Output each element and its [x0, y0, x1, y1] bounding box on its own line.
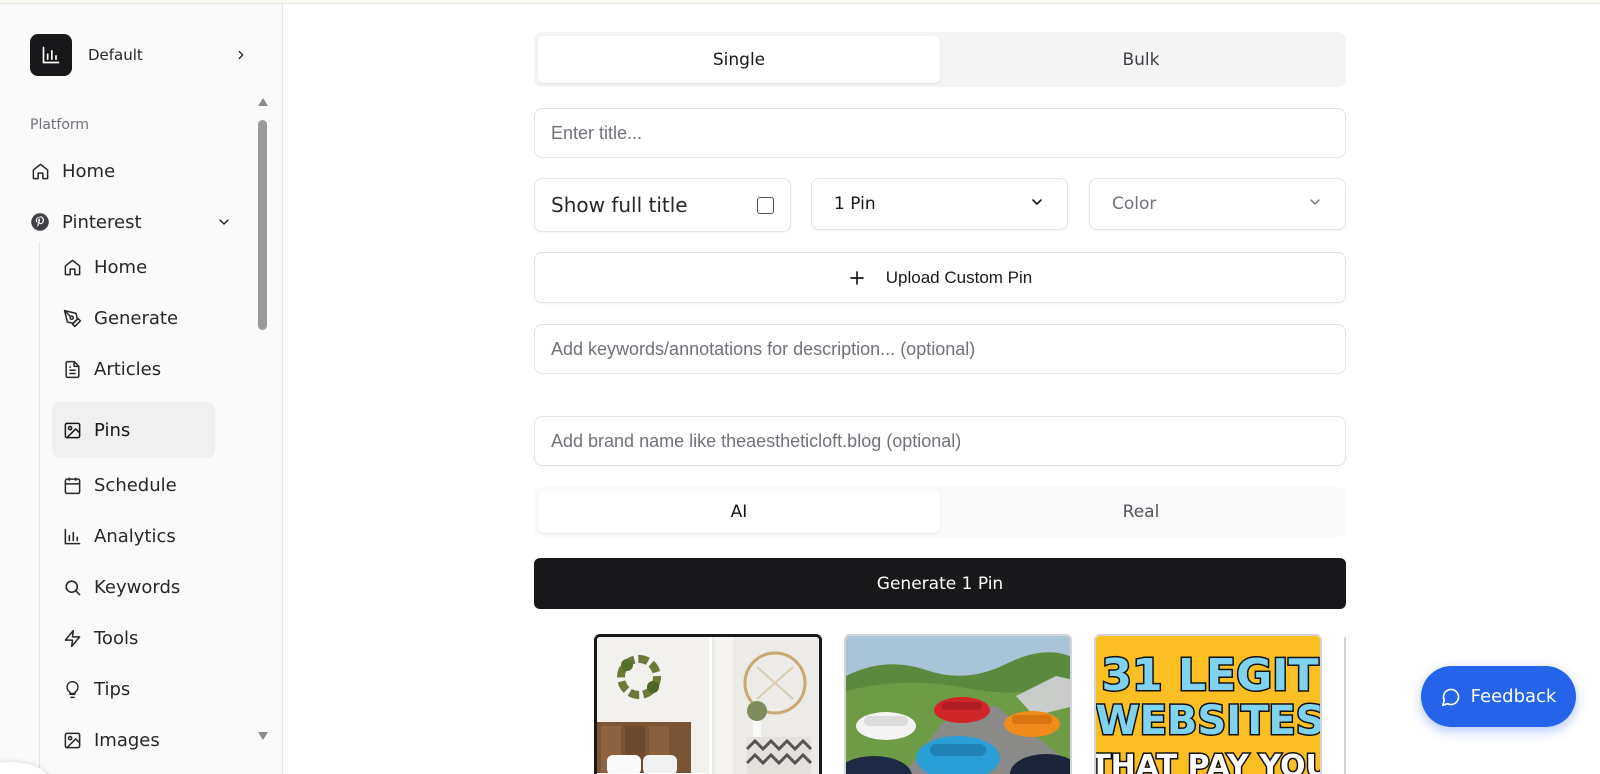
sidebar-item-pinterest-home[interactable]: Home — [52, 245, 215, 289]
sidebar-item-label: Generate — [94, 307, 179, 329]
keywords-input[interactable] — [534, 324, 1346, 374]
pin-count-value: 1 Pin — [834, 194, 876, 214]
sidebar-item-label: Keywords — [94, 576, 181, 598]
show-full-title-checkbox[interactable] — [757, 196, 774, 214]
sidebar-item-tools[interactable]: Tools — [52, 616, 215, 660]
submenu-guide-line — [39, 242, 40, 774]
color-select[interactable]: Color — [1089, 178, 1346, 230]
feedback-button[interactable]: Feedback — [1421, 666, 1576, 727]
workspace-name: Default — [88, 46, 143, 64]
image-icon — [62, 730, 82, 750]
pen-tool-icon — [62, 308, 82, 328]
sidebar-item-label: Tips — [94, 678, 131, 700]
show-full-title-toggle[interactable]: Show full title — [534, 178, 791, 232]
section-label-platform: Platform — [30, 117, 90, 133]
tab-ai[interactable]: AI — [538, 491, 940, 533]
sidebar-item-pins[interactable]: Pins — [52, 402, 215, 458]
upload-custom-pin-label: Upload Custom Pin — [885, 267, 1033, 287]
mode-tabs: Single Bulk — [534, 32, 1346, 87]
image-type-tabs: AI Real — [534, 487, 1346, 537]
sidebar-item-label: Schedule — [94, 474, 177, 496]
bar-chart-icon — [62, 526, 82, 546]
template-thumbnail-partial[interactable] — [1344, 634, 1346, 774]
bar-chart-icon — [42, 46, 60, 64]
sidebar-item-label: Tools — [94, 627, 139, 649]
show-full-title-label: Show full title — [551, 193, 688, 217]
scroll-down-arrow-icon[interactable] — [258, 732, 268, 740]
bedroom-photo — [597, 637, 819, 774]
sidebar-item-label: Home — [62, 160, 116, 182]
chevron-down-icon[interactable] — [214, 212, 234, 232]
sidebar-item-home[interactable]: Home — [30, 149, 230, 193]
feedback-label: Feedback — [1470, 686, 1557, 707]
home-icon — [62, 257, 82, 277]
workspace-logo — [30, 34, 72, 76]
sidebar-item-label: Pinterest — [62, 211, 142, 233]
pin-count-select[interactable]: 1 Pin — [811, 178, 1068, 230]
chevron-down-icon — [1307, 194, 1323, 215]
sidebar-item-label: Home — [94, 256, 148, 278]
sidebar-item-generate[interactable]: Generate — [52, 296, 215, 340]
upload-custom-pin-button[interactable]: Upload Custom Pin — [534, 252, 1346, 303]
sidebar-item-articles[interactable]: Articles — [52, 347, 215, 391]
scroll-up-arrow-icon[interactable] — [258, 98, 268, 106]
tab-bulk[interactable]: Bulk — [940, 36, 1342, 83]
calendar-icon — [62, 475, 82, 495]
plus-icon — [848, 269, 866, 287]
sidebar-item-label: Pins — [94, 419, 131, 441]
generate-pin-button[interactable]: Generate 1 Pin — [534, 558, 1346, 609]
template-headline-line-3: THAT PAY YOU — [1096, 749, 1322, 774]
workspace-switcher[interactable]: Default — [30, 34, 255, 76]
sidebar-item-analytics[interactable]: Analytics — [52, 514, 215, 558]
sidebar-item-keywords[interactable]: Keywords — [52, 565, 215, 609]
chevron-down-icon — [1029, 194, 1045, 215]
sidebar-item-label: Images — [94, 729, 160, 751]
sports-cars-photo — [846, 636, 1070, 774]
chevron-right-icon — [233, 47, 249, 63]
color-select-placeholder: Color — [1112, 194, 1157, 214]
sidebar-item-tips[interactable]: Tips — [52, 667, 215, 711]
pinterest-icon — [30, 212, 50, 232]
zap-icon — [62, 628, 82, 648]
brand-name-input[interactable] — [534, 416, 1346, 466]
sidebar-item-label: Articles — [94, 358, 162, 380]
scrollbar-thumb[interactable] — [258, 120, 267, 330]
search-icon — [62, 577, 82, 597]
sidebar-item-label: Analytics — [94, 525, 176, 547]
home-icon — [30, 161, 50, 181]
sidebar: Default Platform Home Pinterest Home Gen… — [0, 4, 283, 774]
template-carousel: 31 LEGIT WEBSITES THAT PAY YOU — [594, 634, 1346, 774]
template-thumbnail-websites[interactable]: 31 LEGIT WEBSITES THAT PAY YOU — [1094, 634, 1322, 774]
image-icon — [62, 420, 82, 440]
sidebar-scrollbar[interactable] — [256, 98, 270, 748]
template-thumbnail-cars[interactable] — [844, 634, 1072, 774]
template-headline-line-1: 31 LEGIT — [1101, 650, 1318, 701]
tab-single[interactable]: Single — [538, 36, 940, 83]
pin-options-row: Show full title 1 Pin Color — [534, 178, 1346, 232]
tab-real[interactable]: Real — [940, 491, 1342, 533]
chat-bubble-icon — [1441, 687, 1461, 707]
title-input[interactable] — [534, 108, 1346, 158]
text-pin-graphic: 31 LEGIT WEBSITES THAT PAY YOU — [1096, 636, 1322, 774]
sidebar-item-schedule[interactable]: Schedule — [52, 463, 215, 507]
template-headline-line-2: WEBSITES — [1096, 698, 1322, 744]
sidebar-item-pinterest[interactable]: Pinterest — [30, 200, 230, 244]
template-thumbnail-bedroom[interactable] — [594, 634, 822, 774]
document-icon — [62, 359, 82, 379]
lightbulb-icon — [62, 679, 82, 699]
sidebar-item-images[interactable]: Images — [52, 718, 215, 762]
